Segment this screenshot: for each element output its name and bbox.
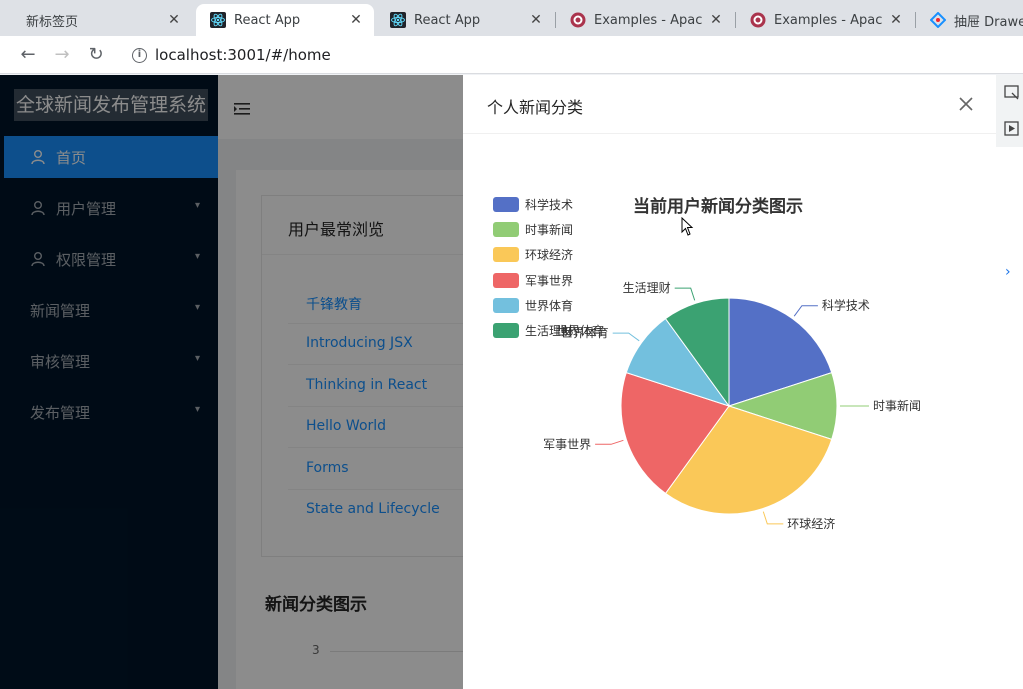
- tab-title: 抽屉 Drawer: [954, 14, 1023, 30]
- mouse-cursor-icon: [681, 217, 694, 236]
- forward-arrow-icon[interactable]: →: [52, 45, 72, 65]
- slice-label: 军事世界: [543, 437, 591, 451]
- slice-label: 生活理财: [623, 281, 671, 295]
- chevron-right-icon[interactable]: ›: [1005, 264, 1011, 280]
- browser-tab-strip: 新标签页 ✕ React App ✕ React App ✕ Examples …: [0, 0, 1023, 36]
- react-logo-icon: [210, 12, 226, 28]
- tab-title: Examples - Apache: [594, 12, 702, 28]
- slice-label: 世界体育: [561, 325, 609, 340]
- tab-antd-drawer[interactable]: 抽屉 Drawer: [916, 4, 1023, 36]
- slice-label: 时事新闻: [873, 398, 921, 413]
- tab-close-icon[interactable]: ✕: [166, 12, 182, 28]
- reload-icon[interactable]: ↻: [86, 45, 106, 65]
- inspect-icon[interactable]: [1004, 85, 1020, 101]
- tab-new[interactable]: 新标签页 ✕: [12, 4, 192, 36]
- tab-close-icon[interactable]: ✕: [528, 12, 544, 28]
- slice-label: 科学技术: [822, 298, 870, 313]
- tab-echarts-examples-2[interactable]: Examples - Apache ✕: [736, 4, 914, 36]
- tab-close-icon[interactable]: ✕: [708, 12, 724, 28]
- pie-chart: 科学技术时事新闻环球经济 军事世界 世界体育 生活理财: [543, 281, 921, 531]
- tab-echarts-examples[interactable]: Examples - Apache ✕: [556, 4, 734, 36]
- site-info-icon[interactable]: i: [132, 47, 147, 63]
- side-toolbar: [996, 75, 1023, 147]
- slice-label-line: [612, 332, 640, 342]
- tab-title: React App: [414, 12, 481, 28]
- slice-label-line: [793, 305, 818, 317]
- antd-logo-icon: [930, 12, 946, 28]
- echarts-logo-icon: [750, 12, 766, 28]
- tab-close-icon[interactable]: ✕: [348, 12, 364, 28]
- tab-title: 新标签页: [26, 14, 79, 30]
- slice-label-line: [595, 439, 624, 445]
- drawer: 个人新闻分类 当前用户新闻分类图示 科学技术 时事新闻 环球经济 军事世界 世界体育 生活…: [463, 75, 1023, 689]
- echarts-logo-icon: [570, 12, 586, 28]
- tab-react-app-active[interactable]: React App ✕: [196, 4, 374, 36]
- slice-label-line: [762, 511, 784, 525]
- slice-label-line: [674, 287, 696, 301]
- react-logo-icon: [390, 12, 406, 28]
- slice-label: 环球经济: [787, 516, 835, 531]
- tab-react-app[interactable]: React App ✕: [376, 4, 554, 36]
- tab-title: React App: [234, 12, 301, 28]
- url-text: localhost:3001/#/home: [155, 46, 331, 64]
- tab-close-icon[interactable]: ✕: [888, 12, 904, 28]
- back-arrow-icon[interactable]: ←: [18, 45, 38, 65]
- tab-title: Examples - Apache: [774, 12, 882, 28]
- play-icon[interactable]: [1004, 121, 1020, 137]
- address-bar: ← → ↻ i localhost:3001/#/home: [0, 36, 1023, 74]
- url-field[interactable]: i localhost:3001/#/home: [132, 46, 331, 64]
